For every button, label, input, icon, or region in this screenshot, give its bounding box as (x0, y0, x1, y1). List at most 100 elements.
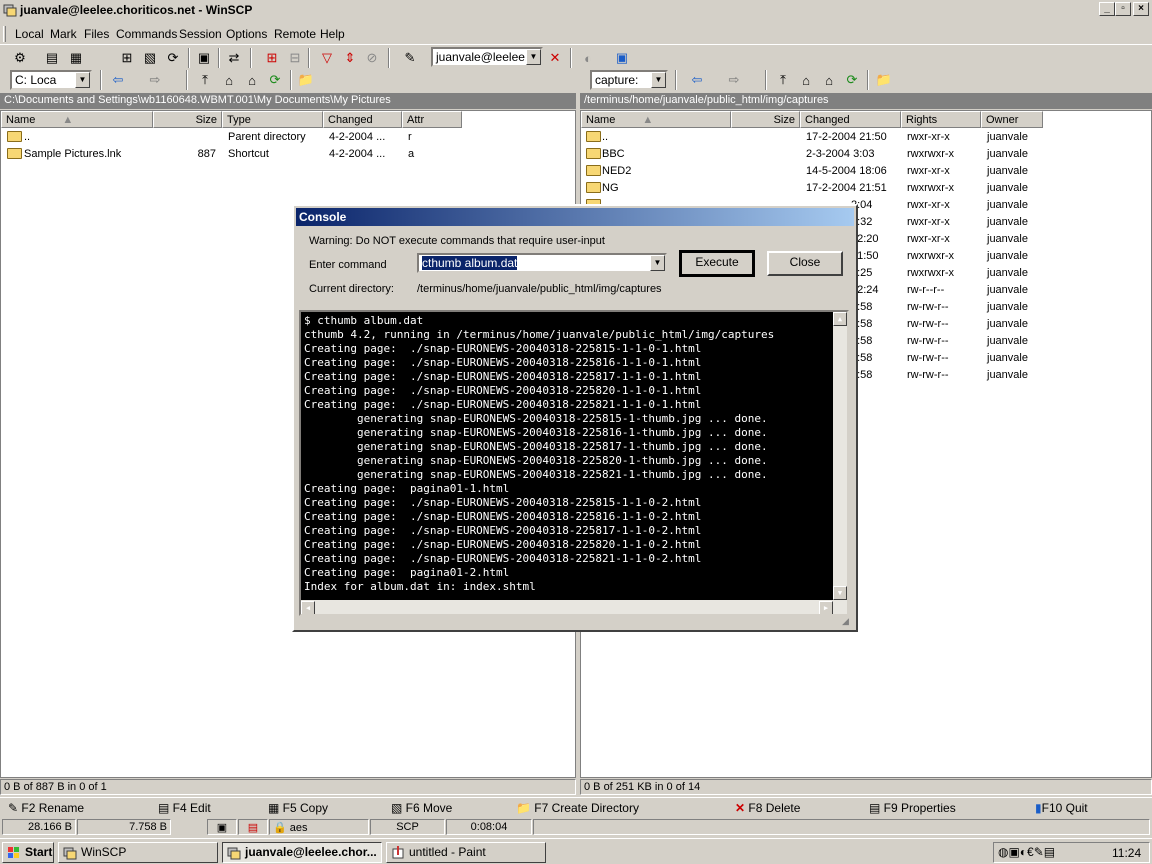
console-output-line: Index for album.dat in: index.shtml (304, 580, 536, 593)
compare-icon[interactable]: ⊞ (117, 48, 137, 68)
menu-remote[interactable]: Remote (274, 27, 316, 41)
open-terminal-icon[interactable]: ▤ (42, 48, 62, 68)
remote-dir-combo[interactable]: capture: ▼ (590, 70, 668, 90)
command-label: Enter command (309, 259, 387, 271)
sync-browse-icon[interactable]: ▧ (140, 48, 160, 68)
command-input[interactable]: cthumb album.dat ▼ (417, 253, 667, 273)
menu-files[interactable]: Files (84, 27, 109, 41)
transfer-icon[interactable]: ⇄ (224, 48, 244, 68)
save-session-icon[interactable]: ▣ (612, 48, 632, 68)
taskbar-item-paint[interactable]: untitled - Paint (386, 842, 546, 863)
menu-help[interactable]: Help (320, 27, 345, 41)
chevron-down-icon[interactable]: ▼ (651, 72, 666, 88)
copy-icon[interactable]: ▦ (66, 48, 86, 68)
file-owner: juanvale (987, 284, 1028, 296)
tray-icons[interactable]: ◍▣◐€✎▤ (998, 845, 1055, 859)
back-icon[interactable]: ⇦ (108, 70, 128, 90)
scroll-up-icon[interactable]: ▲ (833, 312, 847, 326)
chevron-down-icon[interactable]: ▼ (526, 49, 541, 65)
local-col-attr[interactable]: Attr (402, 111, 462, 128)
saved-sessions-icon[interactable]: ◐ (578, 48, 598, 68)
horizontal-scrollbar[interactable]: ◀ ▶ (301, 600, 847, 614)
scroll-right-icon[interactable]: ▶ (819, 601, 833, 614)
root-dir-icon[interactable]: ⌂ (796, 70, 816, 90)
disconnect-icon[interactable]: ✕ (545, 48, 565, 68)
invert-selection-icon[interactable]: ⇕ (340, 48, 360, 68)
f7-create-directory-button[interactable]: 📁 F7 Create Directory (516, 801, 639, 815)
file-rights: rw-rw-r-- (907, 318, 949, 330)
console-icon[interactable]: ▣ (194, 48, 214, 68)
file-name: Sample Pictures.lnk (24, 148, 122, 160)
menu-commands[interactable]: Commands (116, 27, 177, 41)
forward-icon[interactable]: ⇨ (724, 70, 744, 90)
table-row[interactable]: .. Parent directory 4-2-2004 ... r (1, 129, 575, 146)
local-drive-combo[interactable]: C: Loca ▼ (10, 70, 92, 90)
local-col-type[interactable]: Type (222, 111, 323, 128)
menu-options[interactable]: Options (226, 27, 267, 41)
console-title[interactable]: Console (296, 208, 854, 226)
resize-grip-icon[interactable]: ◢ (842, 616, 854, 628)
window-titlebar[interactable]: juanvale@leelee.choriticos.net - WinSCP … (0, 0, 1152, 20)
menu-mark[interactable]: Mark (50, 27, 77, 41)
remote-col-rights[interactable]: Rights (901, 111, 981, 128)
menu-session[interactable]: Session (179, 27, 222, 41)
f10-quit-button[interactable]: ▮F10 Quit (1035, 801, 1088, 815)
filter-icon[interactable]: ▽ (317, 48, 337, 68)
f4-edit-button[interactable]: ▤ F4 Edit (158, 801, 211, 815)
local-col-changed[interactable]: Changed (323, 111, 402, 128)
home-dir-icon[interactable]: ⌂ (242, 70, 262, 90)
execute-button[interactable]: Execute (679, 250, 755, 277)
minimize-button[interactable]: _ (1099, 2, 1115, 16)
new-session-icon[interactable]: ✎ (400, 48, 420, 68)
table-row[interactable]: .. 17-2-2004 21:50 rwxr-xr-x juanvale (581, 129, 1151, 146)
scroll-left-icon[interactable]: ◀ (301, 601, 315, 614)
clear-selection-icon[interactable]: ⊘ (362, 48, 382, 68)
remote-col-owner[interactable]: Owner (981, 111, 1043, 128)
chevron-down-icon[interactable]: ▼ (650, 255, 665, 271)
synchronize-icon[interactable]: ⟳ (163, 48, 183, 68)
session-combo[interactable]: juanvale@leelee.c ▼ (431, 47, 543, 67)
preferences-icon[interactable]: ⚙ (10, 48, 30, 68)
remote-path-bar: /terminus/home/juanvale/public_html/img/… (580, 93, 1152, 109)
open-directory-icon[interactable]: 📁 (874, 70, 894, 90)
remote-col-size[interactable]: Size (731, 111, 800, 128)
session-time: 0:08:04 (446, 819, 532, 835)
scroll-down-icon[interactable]: ▼ (833, 586, 847, 600)
close-button[interactable]: Close (767, 251, 843, 276)
remote-col-name[interactable]: Name ▲ (581, 111, 731, 128)
unselect-all-icon[interactable]: ⊟ (285, 48, 305, 68)
home-dir-icon[interactable]: ⌂ (819, 70, 839, 90)
f9-properties-button[interactable]: ▤ F9 Properties (869, 801, 956, 815)
f5-copy-button[interactable]: ▦ F5 Copy (268, 801, 328, 815)
restore-button[interactable]: ▫ (1115, 2, 1131, 16)
vertical-scrollbar[interactable]: ▲ ▼ (833, 312, 847, 600)
local-col-name[interactable]: Name ▲ (1, 111, 153, 128)
select-all-icon[interactable]: ⊞ (262, 48, 282, 68)
parent-dir-icon[interactable]: ⤒ (195, 70, 215, 90)
refresh-icon[interactable]: ⟳ (265, 70, 285, 90)
file-changed: 14-5-2004 18:06 (806, 165, 887, 177)
table-row[interactable]: BBC 2-3-2004 3:03 rwxrwxr-x juanvale (581, 146, 1151, 163)
close-window-button[interactable]: × (1133, 2, 1149, 16)
remote-col-changed[interactable]: Changed (800, 111, 901, 128)
console-output-line: Creating page: ./snap-EURONEWS-20040318-… (304, 524, 702, 537)
console-output[interactable]: $ cthumb album.dat cthumb 4.2, running in… (299, 310, 849, 616)
f2-rename-button[interactable]: ✎ F2 Rename (8, 801, 84, 815)
root-dir-icon[interactable]: ⌂ (219, 70, 239, 90)
start-button[interactable]: Start (2, 842, 54, 863)
open-directory-icon[interactable]: 📁 (296, 70, 316, 90)
chevron-down-icon[interactable]: ▼ (75, 72, 90, 88)
back-icon[interactable]: ⇦ (687, 70, 707, 90)
table-row[interactable]: NG 17-2-2004 21:51 rwxrwxr-x juanvale (581, 180, 1151, 197)
taskbar-item-winscp[interactable]: WinSCP (58, 842, 218, 863)
parent-dir-icon[interactable]: ⤒ (773, 70, 793, 90)
table-row[interactable]: NED2 14-5-2004 18:06 rwxr-xr-x juanvale (581, 163, 1151, 180)
f8-delete-button[interactable]: ✕ F8 Delete (735, 801, 800, 815)
menu-local[interactable]: Local (15, 27, 44, 41)
forward-icon[interactable]: ⇨ (145, 70, 165, 90)
taskbar-item-session[interactable]: juanvale@leelee.chor... (222, 842, 382, 863)
local-col-size[interactable]: Size (153, 111, 222, 128)
table-row[interactable]: Sample Pictures.lnk 887 Shortcut 4-2-2004 .… (1, 146, 575, 163)
refresh-icon[interactable]: ⟳ (842, 70, 862, 90)
f6-move-button[interactable]: ▧ F6 Move (391, 801, 452, 815)
